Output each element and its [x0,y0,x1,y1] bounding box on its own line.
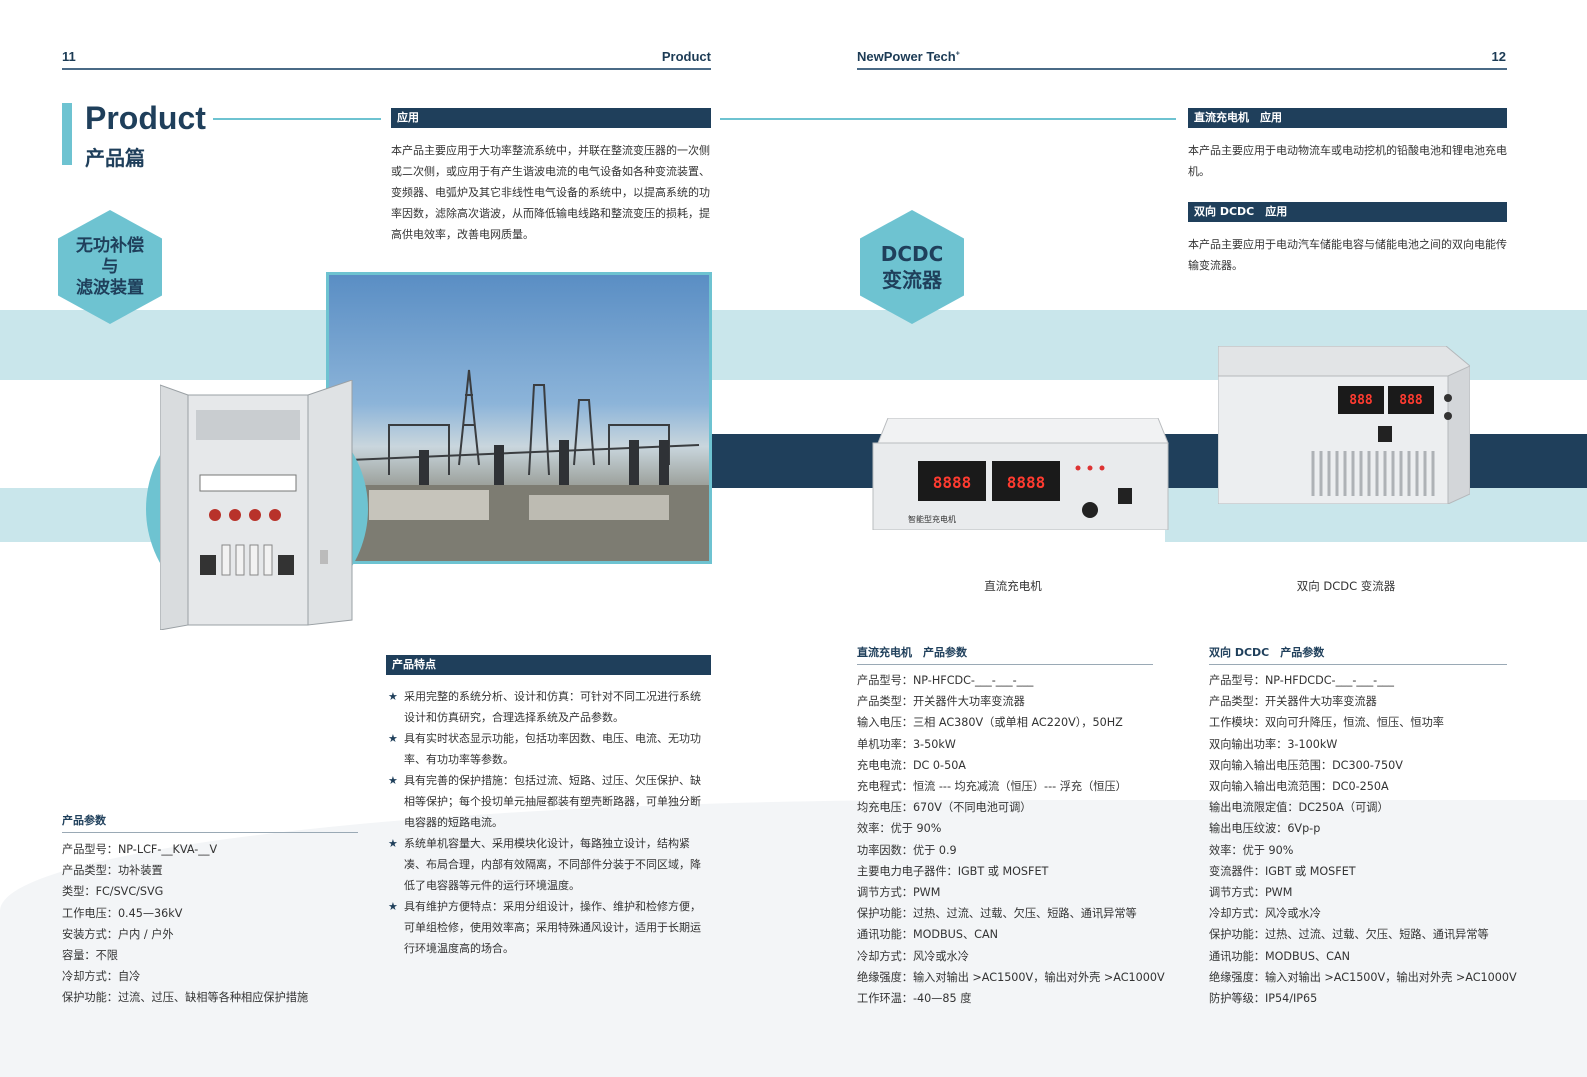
param-item: 效率：优于 90% [1209,843,1294,857]
param-item: 功率因数：优于 0.9 [857,843,957,857]
caption-dc-charger: 直流充电机 [984,579,1042,593]
params-list: 产品型号：NP-LCF-__KVA-__V 产品类型：功补装置 类型：FC/SV… [62,839,308,1009]
param-item: 产品类型：开关器件大功率变流器 [1209,695,1377,709]
charger-brand-label: 智能型充电机 [908,515,956,524]
param-item: 产品类型：功补装置 [62,864,163,878]
param-item: 绝缘强度：输入对输出 >AC1500V，输出对外壳 >AC1000V [857,970,1165,984]
param-item: 工作电压：0.45—36kV [62,906,183,920]
right-title-rule [720,118,1176,120]
left-page-number: 11 [62,49,76,64]
feature-item: ★ 系统单机容量大、采用模块化设计，每路独立设计，结构紧凑、布局合理，内部有效隔离… [388,837,701,892]
param-item: 容量：不限 [62,949,118,963]
category-hexagon-left: 无功补偿 与 滤波装置 [58,210,162,324]
dc-charger-application-heading: 直流充电机 应用 [1188,108,1507,128]
right-brand: NewPower Tech+ [857,49,960,64]
param-item: 产品型号：NP-HFCDC-___-___-___ [857,674,1034,687]
category-hexagon-right: DCDC 变流器 [860,210,964,324]
param-item: 保护功能：过热、过流、过载、欠压、短路、通讯异常等 [1209,928,1489,942]
bidi-params-list: 产品型号：NP-HFDCDC-___-___-___ 产品类型：开关器件大功率变… [1209,670,1517,1009]
param-item: 充电程式：恒流 --- 均充减流（恒压）--- 浮充（恒压） [857,780,1127,794]
param-item: 主要电力电子器件：IGBT 或 MOSFET [857,864,1049,878]
features-heading: 产品特点 [386,655,711,675]
param-item: 产品型号：NP-HFDCDC-___-___-___ [1209,674,1394,687]
params-heading: 产品参数 [62,814,106,827]
bidi-params-heading: 双向 DCDC 产品参数 [1209,646,1325,659]
substation-photo [326,272,712,564]
param-item: 安装方式：户内 / 户外 [62,927,174,941]
dcdc-display-1: 888 [1349,393,1373,408]
bidi-dcdc-application-heading: 双向 DCDC 应用 [1188,202,1507,222]
page-title-cn: 产品篇 [85,146,145,170]
param-item: 输出电压纹波：6Vp-p [1209,822,1321,836]
param-item: 双向输出功率：3-100kW [1209,737,1338,751]
feature-item: ★ 采用完整的系统分析、设计和仿真：可针对不同工况进行系统设计和仿真研究，合理选择… [388,690,701,724]
param-item: 冷却方式：风冷或水冷 [1209,907,1321,921]
dc-params-rule [857,664,1153,665]
bidi-dcdc-image: 888 888 [1217,345,1471,505]
param-item: 均充电压：670V（不同电池可调） [857,801,1032,815]
feature-item: ★ 具有实时状态显示功能，包括功率因数、电压、电流、无功功率、有功功率等参数。 [388,732,701,766]
light-band-left [0,310,328,380]
param-item: 通讯功能：MODBUS、CAN [1209,949,1350,963]
param-item: 冷却方式：自冷 [62,970,141,984]
dc-charger-application-text: 本产品主要应用于电动物流车或电动挖机的铅酸电池和锂电池充电机。 [1188,144,1507,178]
param-item: 充电电流：DC 0-50A [857,758,966,772]
param-item: 变流器件：IGBT 或 MOSFET [1209,864,1356,878]
param-item: 保护功能：过流、过压、缺相等各种相应保护措施 [62,991,309,1005]
param-item: 通讯功能：MODBUS、CAN [857,928,998,942]
title-accent-bar [62,103,72,165]
param-item: 产品型号：NP-LCF-__KVA-__V [62,843,218,856]
param-item: 保护功能：过热、过流、过载、欠压、短路、通讯异常等 [857,907,1137,921]
param-item: 工作环温：-40—85 度 [857,992,972,1006]
features-list: ★ 采用完整的系统分析、设计和仿真：可针对不同工况进行系统设计和仿真研究，合理选择… [388,686,710,959]
param-item: 产品类型：开关器件大功率变流器 [857,695,1025,709]
param-item: 调节方式：PWM [857,886,941,900]
param-item: 输入电压：三相 AC380V（或单相 AC220V），50HZ [857,716,1123,730]
bidi-dcdc-application-text: 本产品主要应用于电动汽车储能电容与储能电池之间的双向电能传输变流器。 [1188,238,1507,272]
params-rule [62,832,358,833]
bidi-params-rule [1209,664,1507,665]
param-item: 调节方式：PWM [1209,886,1293,900]
left-header-rule [62,68,711,70]
param-item: 绝缘强度：输入对输出 >AC1500V，输出对外壳 >AC1000V [1209,970,1517,984]
right-page-number: 12 [1491,49,1506,64]
caption-bidi-dcdc: 双向 DCDC 变流器 [1296,579,1396,593]
charger-display-1: 8888 [932,473,972,492]
dc-charger-image: 8888 8888 智能型充电机 [868,417,1170,531]
dcdc-display-2: 888 [1399,393,1423,408]
charger-display-2: 8888 [1006,473,1046,492]
application-heading: 应用 [391,108,711,128]
param-item: 防护等级：IP54/IP65 [1209,992,1318,1006]
dc-params-heading: 直流充电机 产品参数 [857,646,967,659]
param-item: 输出电流限定值：DC250A（可调） [1209,801,1389,815]
application-text: 本产品主要应用于大功率整流系统中，并联在整流变压器的一次侧或二次侧，或应用于有产… [391,144,710,241]
param-item: 工作模块：双向可升降压，恒流、恒压、恒功率 [1209,716,1444,730]
param-item: 效率：优于 90% [857,822,942,836]
param-item: 单机功率：3-50kW [857,737,956,751]
substation-structures [329,369,709,561]
page-title-en: Product [85,100,206,136]
left-running-title: Product [661,49,711,64]
dc-params-list: 产品型号：NP-HFCDC-___-___-___ 产品类型：开关器件大功率变流… [857,670,1165,1009]
compensation-cabinet-image [159,379,355,631]
feature-item: ★ 具有维护方便特点：采用分组设计，操作、维护和检修方便，可单组检修，使用效率高；… [388,900,701,955]
feature-item: ★ 具有完善的保护措施：包括过流、短路、过压、欠压保护、缺相等保护；每个投切单元抽… [388,774,701,829]
param-item: 双向输入输出电压范围：DC300-750V [1209,758,1403,772]
param-item: 类型：FC/SVC/SVG [62,885,164,899]
param-item: 冷却方式：风冷或水冷 [857,949,969,963]
param-item: 双向输入输出电流范围：DC0-250A [1209,780,1389,794]
right-header-rule [857,68,1507,70]
title-rule [213,118,381,120]
